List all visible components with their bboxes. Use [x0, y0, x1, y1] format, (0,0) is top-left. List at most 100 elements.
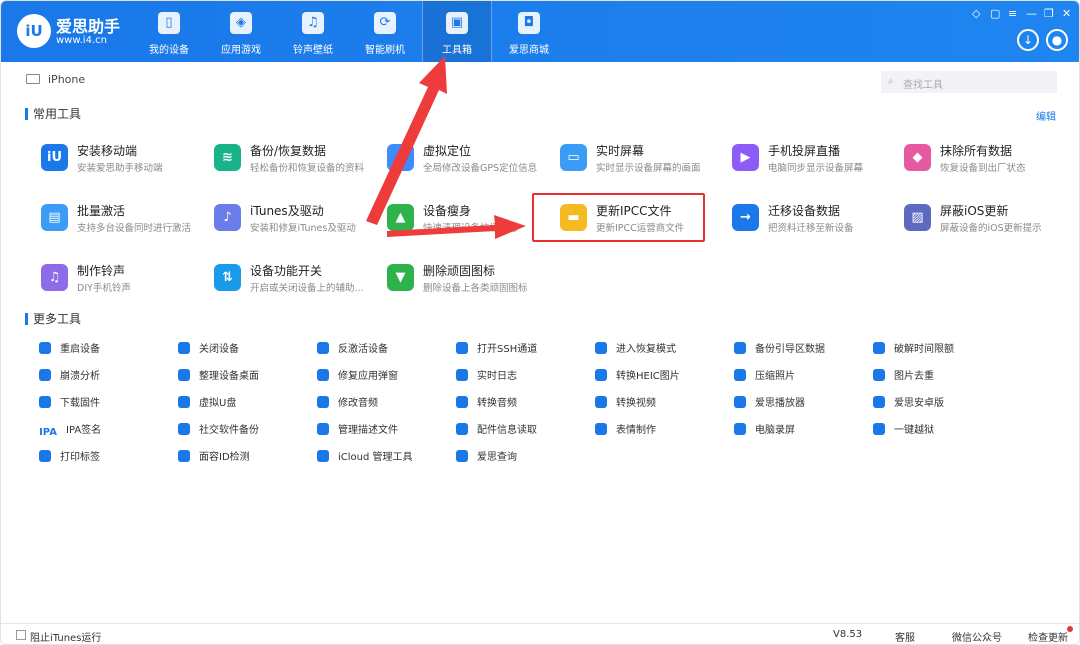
more-tool-item[interactable]: 表情制作: [595, 421, 725, 437]
nav-my-device[interactable]: ▯ 我的设备: [134, 1, 204, 62]
search-icon: ⌕: [888, 76, 894, 87]
tool-name: 删除顽固图标: [423, 264, 496, 278]
tool-icon: [734, 423, 746, 435]
tool-icon: [39, 396, 51, 408]
tool-icon: ▨: [904, 204, 931, 231]
tool-icon: ▲: [387, 204, 414, 231]
check-update-link[interactable]: 检查更新: [1028, 629, 1068, 644]
more-tool-item[interactable]: 面容ID检测: [178, 448, 308, 464]
more-tool-item[interactable]: 进入恢复模式: [595, 340, 725, 356]
tool-icon: [456, 396, 468, 408]
more-tool-item[interactable]: 修复应用弹窗: [317, 367, 447, 383]
nav-store[interactable]: ◘ 爱思商城: [494, 1, 564, 62]
device-selector[interactable]: iPhone: [26, 73, 85, 86]
nav-toolbox[interactable]: ▣ 工具箱: [422, 1, 492, 62]
more-tool-item[interactable]: 虚拟U盘: [178, 394, 308, 410]
more-tool-item[interactable]: 转换视频: [595, 394, 725, 410]
tool-item[interactable]: ▶ 手机投屏直播 电脑同步显示设备屏幕: [732, 141, 902, 175]
more-tool-item[interactable]: 整理设备桌面: [178, 367, 308, 383]
tool-icon: ▭: [560, 144, 587, 171]
tool-item[interactable]: iU 安装移动端 安装爱思助手移动端: [41, 141, 211, 175]
nav-label: 应用游戏: [221, 45, 261, 56]
more-tool-item[interactable]: 爱思安卓版: [873, 394, 1003, 410]
more-tool-item[interactable]: 配件信息读取: [456, 421, 586, 437]
more-tool-label: 反激活设备: [338, 344, 388, 355]
tool-desc: 支持多台设备同时进行激活: [77, 223, 192, 234]
more-tool-item[interactable]: 下载固件: [39, 394, 169, 410]
tool-icon: [734, 369, 746, 381]
more-tool-item[interactable]: 关闭设备: [178, 340, 308, 356]
more-tool-item[interactable]: 重启设备: [39, 340, 169, 356]
tool-item[interactable]: ≋ 备份/恢复数据 轻松备份和恢复设备的资料: [214, 141, 384, 175]
itunes-checkbox[interactable]: [16, 630, 26, 640]
edit-link[interactable]: 编辑: [1036, 108, 1056, 123]
tool-item[interactable]: ⇅ 设备功能开关 开启或关闭设备上的辅助...: [214, 261, 384, 295]
tool-icon: [873, 423, 885, 435]
tool-icon: [456, 450, 468, 462]
download-icon[interactable]: ↓: [1017, 29, 1039, 51]
minimize-icon[interactable]: —: [1026, 7, 1037, 20]
more-tool-item[interactable]: 社交软件备份: [178, 421, 308, 437]
more-tool-label: 崩溃分析: [60, 371, 100, 382]
tool-icon: [178, 450, 190, 462]
more-tool-item[interactable]: 实时日志: [456, 367, 586, 383]
more-tool-label: 表情制作: [616, 425, 656, 436]
section-title-common: 常用工具: [25, 108, 81, 120]
more-tool-label: 进入恢复模式: [616, 344, 676, 355]
more-tool-item[interactable]: 管理描述文件: [317, 421, 447, 437]
more-tool-item[interactable]: 一键越狱: [873, 421, 1003, 437]
tool-item[interactable]: → 迁移设备数据 把资料迁移至新设备: [732, 201, 902, 235]
user-icon[interactable]: ●: [1046, 29, 1068, 51]
more-tool-label: 实时日志: [477, 371, 517, 382]
tool-name: 屏蔽iOS更新: [940, 204, 1009, 218]
more-tool-item[interactable]: IPA IPA签名: [39, 421, 169, 438]
tool-icon: [178, 369, 190, 381]
maximize-icon[interactable]: ❐: [1044, 7, 1054, 20]
tool-desc: 恢复设备到出厂状态: [940, 163, 1026, 174]
more-tool-item[interactable]: 转换音频: [456, 394, 586, 410]
more-tool-item[interactable]: 爱思查询: [456, 448, 586, 464]
service-link[interactable]: 客服: [895, 629, 915, 644]
tool-item[interactable]: ▤ 批量激活 支持多台设备同时进行激活: [41, 201, 211, 235]
tool-item[interactable]: ▼ 删除顽固图标 删除设备上各类顽固图标: [387, 261, 557, 295]
tool-item[interactable]: ▭ 实时屏幕 实时显示设备屏幕的画面: [560, 141, 730, 175]
nav-apps-games[interactable]: ◈ 应用游戏: [206, 1, 276, 62]
more-tool-item[interactable]: 压缩照片: [734, 367, 864, 383]
tool-item[interactable]: ▨ 屏蔽iOS更新 屏蔽设备的iOS更新提示: [904, 201, 1074, 235]
more-tool-item[interactable]: 打开SSH通道: [456, 340, 586, 356]
close-icon[interactable]: ✕: [1062, 7, 1071, 20]
more-tool-item[interactable]: 崩溃分析: [39, 367, 169, 383]
tool-desc: 安装爱思助手移动端: [77, 163, 163, 174]
tool-icon: [317, 369, 329, 381]
tool-icon: [178, 396, 190, 408]
more-tool-item[interactable]: 修改音频: [317, 394, 447, 410]
more-tool-item[interactable]: 打印标签: [39, 448, 169, 464]
tool-item[interactable]: ◆ 抹除所有数据 恢复设备到出厂状态: [904, 141, 1074, 175]
more-tool-item[interactable]: 图片去重: [873, 367, 1003, 383]
tool-item[interactable]: ♪ iTunes及驱动 安装和修复iTunes及驱动: [214, 201, 384, 235]
toolbox-icon: ▣: [446, 12, 468, 34]
more-tool-item[interactable]: 破解时间限额: [873, 340, 1003, 356]
ipcc-highlight-box: [532, 193, 705, 242]
more-tool-item[interactable]: 转换HEIC图片: [595, 367, 725, 383]
more-tool-item[interactable]: iCloud 管理工具: [317, 448, 447, 464]
tool-icon: [39, 450, 51, 462]
nav-ringtones[interactable]: ♫ 铃声壁纸: [278, 1, 348, 62]
tool-item[interactable]: ⌖ 虚拟定位 全局修改设备GPS定位信息: [387, 141, 557, 175]
settings-icon[interactable]: ▢: [990, 7, 1000, 20]
more-tool-item[interactable]: 电脑录屏: [734, 421, 864, 437]
nav-flash[interactable]: ⟳ 智能刷机: [350, 1, 420, 62]
tool-name: 批量激活: [77, 204, 126, 218]
more-tool-item[interactable]: 反激活设备: [317, 340, 447, 356]
shirt-icon[interactable]: ◇: [972, 7, 980, 20]
wechat-link[interactable]: 微信公众号: [952, 629, 1002, 644]
more-tool-item[interactable]: 备份引导区数据: [734, 340, 864, 356]
block-itunes-label[interactable]: 阻止iTunes运行: [30, 629, 101, 644]
more-tool-label: 社交软件备份: [199, 425, 259, 436]
more-tool-label: 修复应用弹窗: [338, 371, 398, 382]
search-input[interactable]: ⌕ 查找工具: [881, 71, 1057, 93]
more-tool-item[interactable]: 爱思播放器: [734, 394, 864, 410]
tool-item[interactable]: ♫ 制作铃声 DIY手机铃声: [41, 261, 211, 295]
menu-icon[interactable]: ≡: [1008, 7, 1017, 20]
tool-icon: iU: [41, 144, 68, 171]
